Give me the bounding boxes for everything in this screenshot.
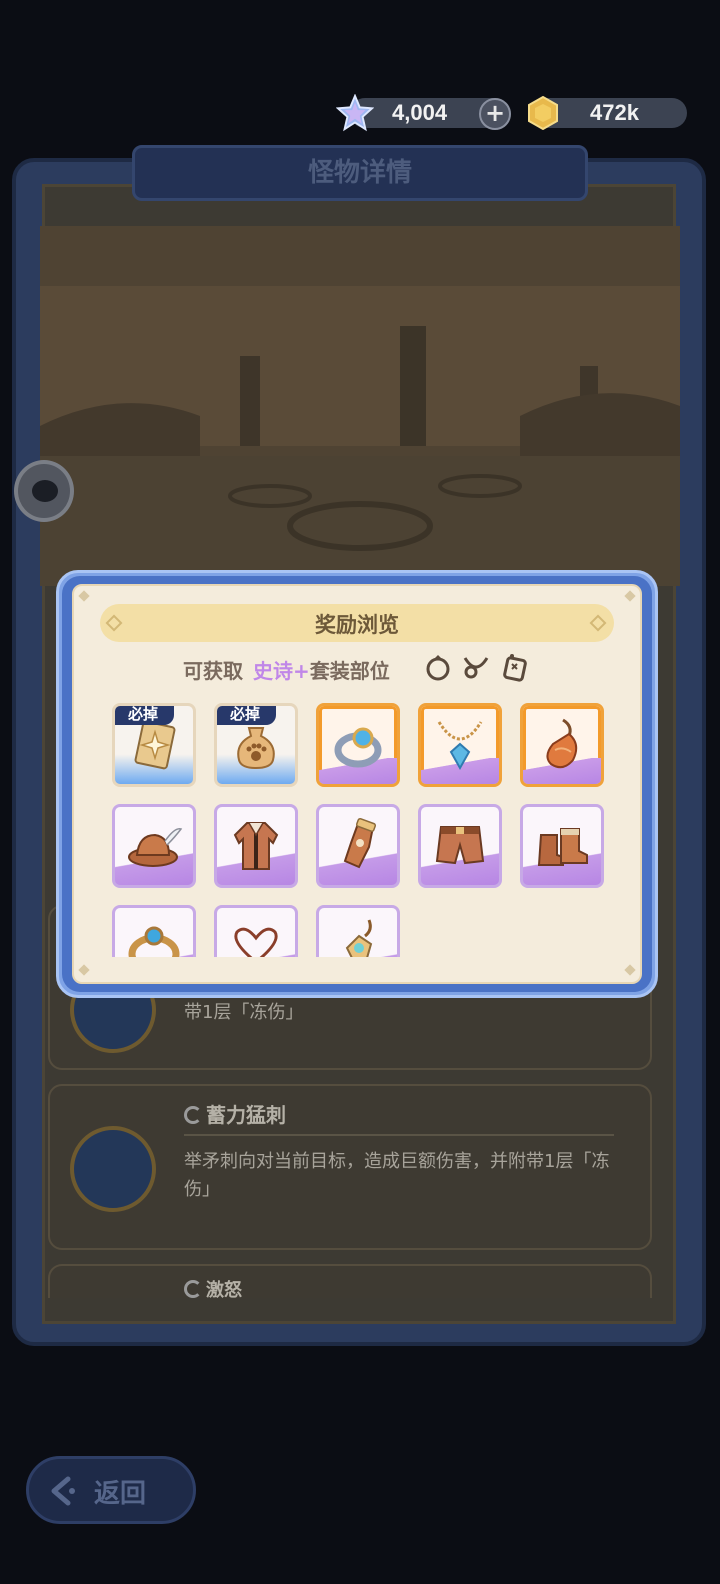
reward-subtitle: 可获取 史诗+套装部位: [183, 659, 390, 683]
boots-icon: [537, 828, 588, 866]
reward-item[interactable]: [520, 804, 604, 888]
reward-item[interactable]: 必掉: [214, 703, 298, 787]
moon-icon: [184, 1106, 202, 1124]
star-gem-icon: [336, 94, 374, 132]
gem-ring-icon: [128, 926, 180, 957]
shorts-icon: [435, 826, 485, 865]
reward-item[interactable]: 必掉: [112, 703, 196, 787]
skill-card: 激怒: [48, 1264, 652, 1301]
reward-item[interactable]: [520, 703, 604, 787]
add-gems-button[interactable]: +: [479, 98, 511, 130]
reward-item[interactable]: [112, 905, 196, 957]
amulet-icon: [345, 919, 373, 957]
gem-ring-icon: [334, 727, 382, 768]
reward-item[interactable]: [112, 804, 196, 888]
feather-hat-icon: [128, 828, 183, 867]
reward-item[interactable]: [316, 905, 400, 957]
necklace-slot-icon: [463, 657, 489, 679]
reward-item[interactable]: [418, 703, 502, 787]
panel-title: 怪物详情: [307, 158, 412, 188]
moon-icon: [184, 1280, 202, 1298]
ring-slot-icon: [426, 655, 450, 681]
skill-name: 激怒: [206, 1280, 242, 1301]
skill-card: 蓄力猛刺 举矛刺向对当前目标，造成巨额伤害，并附带1层「冻伤」: [48, 1084, 652, 1250]
skill-icon: [70, 1126, 156, 1212]
gem-count: 4,004: [392, 100, 448, 125]
ruins-scene-illustration: [40, 226, 680, 586]
jacket-icon: [233, 822, 279, 870]
back-button-label: 返回: [94, 1479, 147, 1509]
heart-necklace-icon: [234, 927, 278, 957]
back-arrow-icon: [51, 1476, 75, 1506]
talisman-slot-icon: [503, 654, 527, 682]
monster-scene: [40, 226, 680, 586]
reward-item[interactable]: [316, 703, 400, 787]
skill-description: 带1层「冻伤」: [184, 1002, 304, 1023]
gauntlet-icon: [343, 817, 377, 869]
reward-grid: 必掉 必掉: [110, 701, 610, 957]
epic-rarity-label: 史诗+: [253, 659, 310, 683]
reward-item[interactable]: [214, 804, 298, 888]
conch-pendant-icon: [546, 718, 578, 769]
chat-bubble-button[interactable]: [14, 460, 74, 522]
coin-count: 472k: [590, 100, 639, 125]
reward-item[interactable]: [418, 804, 502, 888]
skill-name: 蓄力猛刺: [206, 1103, 286, 1127]
gem-necklace-icon: [437, 721, 483, 771]
modal-title: 奖励浏览: [315, 613, 399, 637]
must-drop-badge: 必掉: [115, 706, 174, 725]
coin-icon: [528, 96, 558, 130]
skill-description: 举矛刺向对当前目标，造成巨额伤害，并附带1层「冻伤」: [184, 1151, 610, 1200]
reward-item[interactable]: [316, 804, 400, 888]
reward-item[interactable]: [214, 905, 298, 957]
must-drop-badge: 必掉: [217, 706, 276, 725]
